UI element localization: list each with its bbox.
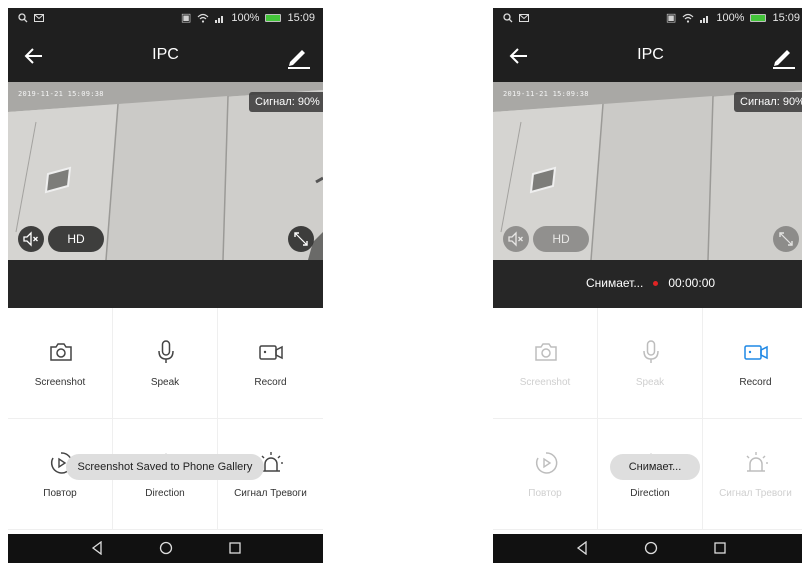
record-button[interactable]: Record [218, 308, 323, 419]
microphone-icon [158, 340, 174, 363]
speak-button[interactable]: Speak [113, 308, 218, 419]
record-label: Record [739, 377, 772, 388]
nav-recents-icon[interactable] [228, 541, 242, 555]
recording-indicator: Снимает... 00:00:00 [493, 276, 802, 290]
status-bar: ▣ 100% 15:09 [8, 8, 323, 30]
speak-label: Speak [150, 377, 180, 388]
cell-signal-icon [215, 15, 224, 23]
clock: 15:09 [287, 12, 315, 24]
recording-status-bar [8, 260, 323, 308]
cell-signal-icon [700, 15, 709, 23]
system-nav-bar [493, 534, 802, 563]
quality-hd-button[interactable]: HD [533, 226, 589, 252]
direction-label: Direction [145, 488, 185, 499]
control-grid: Screenshot Speak Record Повтор Direction… [8, 308, 323, 530]
wifi-icon [197, 13, 209, 23]
recording-label: Снимает... [585, 276, 644, 290]
speak-button[interactable]: Speak [598, 308, 703, 419]
search-icon [18, 13, 28, 23]
app-bar: IPC [8, 30, 323, 82]
phone-screen-right: ▣ 100% 15:09 IPC 2019-11-21 15:09:38 Сиг… [493, 8, 802, 563]
page-title: IPC [637, 46, 664, 63]
message-icon [34, 14, 44, 22]
speaker-mute-icon [23, 231, 38, 247]
playback-button[interactable]: Повтор [493, 419, 598, 530]
playback-label: Повтор [43, 488, 77, 499]
video-timestamp: 2019-11-21 15:09:38 [503, 90, 589, 98]
battery-icon [750, 14, 767, 22]
recording-dot-icon [653, 280, 659, 286]
screenshot-button[interactable]: Screenshot [493, 308, 598, 419]
screenshot-button[interactable]: Screenshot [8, 308, 113, 419]
siren-alarm-icon [746, 452, 768, 472]
nav-home-icon[interactable] [159, 541, 173, 555]
signal-strength-badge: Сигнал: 90% [734, 92, 802, 112]
playback-label: Повтор [528, 488, 562, 499]
clock: 15:09 [772, 12, 800, 24]
alarm-button[interactable]: Сигнал Тревоги [703, 419, 802, 530]
recording-timer: 00:00:00 [668, 276, 716, 290]
video-camera-icon [744, 345, 768, 360]
battery-percent: 100% [716, 12, 745, 24]
screenshot-label: Screenshot [34, 377, 86, 388]
edit-pencil-icon[interactable] [284, 42, 312, 70]
fullscreen-icon [294, 232, 308, 246]
alarm-label: Сигнал Тревоги [234, 488, 307, 499]
nav-back-icon[interactable] [90, 541, 104, 555]
video-timestamp: 2019-11-21 15:09:38 [18, 90, 104, 98]
control-grid: Screenshot Speak Record Повтор Direction… [493, 308, 802, 530]
camera-video-view[interactable]: 2019-11-21 15:09:38 Сигнал: 90% HD [8, 82, 323, 260]
microphone-icon [643, 340, 659, 363]
search-icon [503, 13, 513, 23]
battery-icon [265, 14, 282, 22]
alarm-label: Сигнал Тревоги [719, 488, 792, 499]
recording-status-bar: Снимает... 00:00:00 [493, 260, 802, 308]
quality-hd-button[interactable]: HD [48, 226, 104, 252]
direction-label: Direction [630, 488, 670, 499]
page-title: IPC [152, 46, 179, 63]
screenshot-label: Screenshot [519, 377, 571, 388]
speaker-mute-icon [508, 231, 523, 247]
recording-toast: Снимает... [610, 454, 700, 480]
app-bar: IPC [493, 30, 802, 82]
nav-home-icon[interactable] [644, 541, 658, 555]
fullscreen-button[interactable] [773, 226, 799, 252]
record-button-active[interactable]: Record [703, 308, 802, 419]
fullscreen-icon [779, 232, 793, 246]
camera-icon [50, 343, 72, 361]
message-icon [519, 14, 529, 22]
nfc-icon: ▣ [665, 11, 677, 24]
mute-button[interactable] [503, 226, 529, 252]
system-nav-bar [8, 534, 323, 563]
camera-video-view[interactable]: 2019-11-21 15:09:38 Сигнал: 90% HD [493, 82, 802, 260]
nfc-icon: ▣ [180, 11, 192, 24]
wifi-icon [682, 13, 694, 23]
fullscreen-button[interactable] [288, 226, 314, 252]
nav-back-icon[interactable] [575, 541, 589, 555]
mute-button[interactable] [18, 226, 44, 252]
battery-percent: 100% [231, 12, 260, 24]
playback-icon [535, 452, 558, 474]
nav-recents-icon[interactable] [713, 541, 727, 555]
camera-icon [535, 343, 557, 361]
edit-pencil-icon[interactable] [769, 42, 797, 70]
video-camera-icon [259, 345, 283, 360]
record-label: Record [254, 377, 287, 388]
signal-strength-badge: Сигнал: 90% [249, 92, 323, 112]
screenshot-saved-toast: Screenshot Saved to Phone Gallery [66, 454, 264, 480]
speak-label: Speak [635, 377, 665, 388]
status-bar: ▣ 100% 15:09 [493, 8, 802, 30]
phone-screen-left: ▣ 100% 15:09 IPC 2019-11-21 15:09:38 Сиг… [8, 8, 323, 563]
